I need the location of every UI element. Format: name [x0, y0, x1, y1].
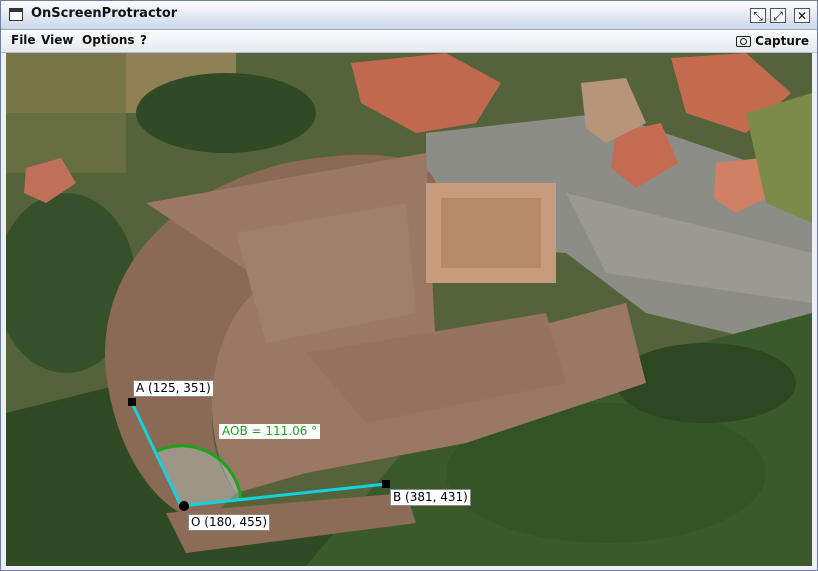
aerial-image-canvas[interactable]: A (125, 351) B (381, 431) O (180, 455) A…	[6, 53, 812, 566]
window-title: OnScreenProtractor	[31, 6, 178, 21]
angle-label: AOB = 111.06 °	[219, 424, 321, 439]
window-icon	[9, 8, 23, 21]
app-window: OnScreenProtractor ⤡ ⤢ ✕ File View Optio…	[0, 0, 818, 571]
capture-label: Capture	[755, 34, 809, 48]
menu-options[interactable]: Options	[82, 33, 135, 47]
point-b-label: B (381, 431)	[390, 489, 471, 506]
menu-file[interactable]: File	[11, 33, 36, 47]
menu-view[interactable]: View	[41, 33, 73, 47]
title-bar[interactable]: OnScreenProtractor ⤡ ⤢ ✕	[1, 1, 817, 30]
menu-help[interactable]: ?	[140, 33, 147, 47]
menu-bar: File View Options ? Capture	[1, 30, 817, 53]
camera-icon	[736, 35, 752, 47]
restore-icon[interactable]: ⤡	[750, 8, 766, 23]
handle-a[interactable]	[128, 398, 136, 406]
point-o-label: O (180, 455)	[188, 514, 271, 531]
maximize-icon[interactable]: ⤢	[770, 8, 786, 23]
point-a-label: A (125, 351)	[133, 380, 214, 397]
handle-o[interactable]	[179, 501, 189, 511]
angle-sector	[157, 445, 241, 506]
close-icon[interactable]: ✕	[794, 8, 810, 23]
handle-b[interactable]	[382, 480, 390, 488]
capture-button[interactable]: Capture	[736, 32, 809, 50]
